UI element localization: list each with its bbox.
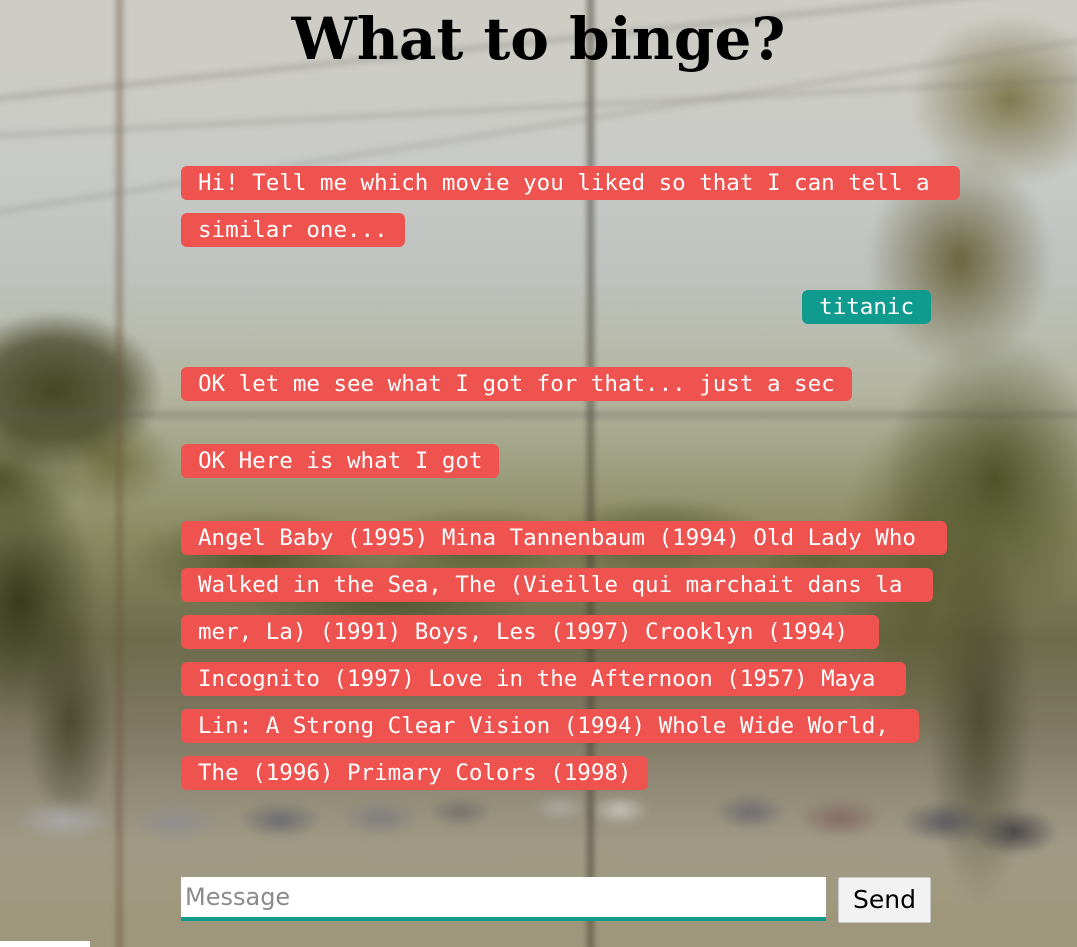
chat-app: What to binge? Hi! Tell me which movie y… bbox=[0, 0, 1077, 947]
chat-message-log: Hi! Tell me which movie you liked so tha… bbox=[181, 160, 961, 815]
message-bubble-user: titanic bbox=[802, 290, 931, 324]
message-bubble-bot: OK Here is what I got bbox=[181, 444, 500, 478]
chat-message-bot-greeting: Hi! Tell me which movie you liked so tha… bbox=[181, 160, 961, 254]
message-input[interactable] bbox=[181, 877, 827, 921]
chat-message-bot-results-intro: OK Here is what I got bbox=[181, 438, 931, 485]
message-composer: Send bbox=[181, 877, 931, 923]
send-button[interactable]: Send bbox=[838, 877, 931, 923]
message-bubble-bot: Hi! Tell me which movie you liked so tha… bbox=[181, 166, 961, 247]
chat-message-user-query: titanic bbox=[181, 284, 931, 331]
chat-message-bot-recommendations: Angel Baby (1995) Mina Tannenbaum (1994)… bbox=[181, 515, 947, 797]
chat-message-bot-thinking: OK let me see what I got for that... jus… bbox=[181, 361, 931, 408]
page-title: What to binge? bbox=[291, 5, 786, 73]
bottom-edge-strip bbox=[0, 941, 90, 947]
message-bubble-bot: OK let me see what I got for that... jus… bbox=[181, 367, 852, 401]
message-bubble-bot-movie-list: Angel Baby (1995) Mina Tannenbaum (1994)… bbox=[181, 521, 947, 790]
